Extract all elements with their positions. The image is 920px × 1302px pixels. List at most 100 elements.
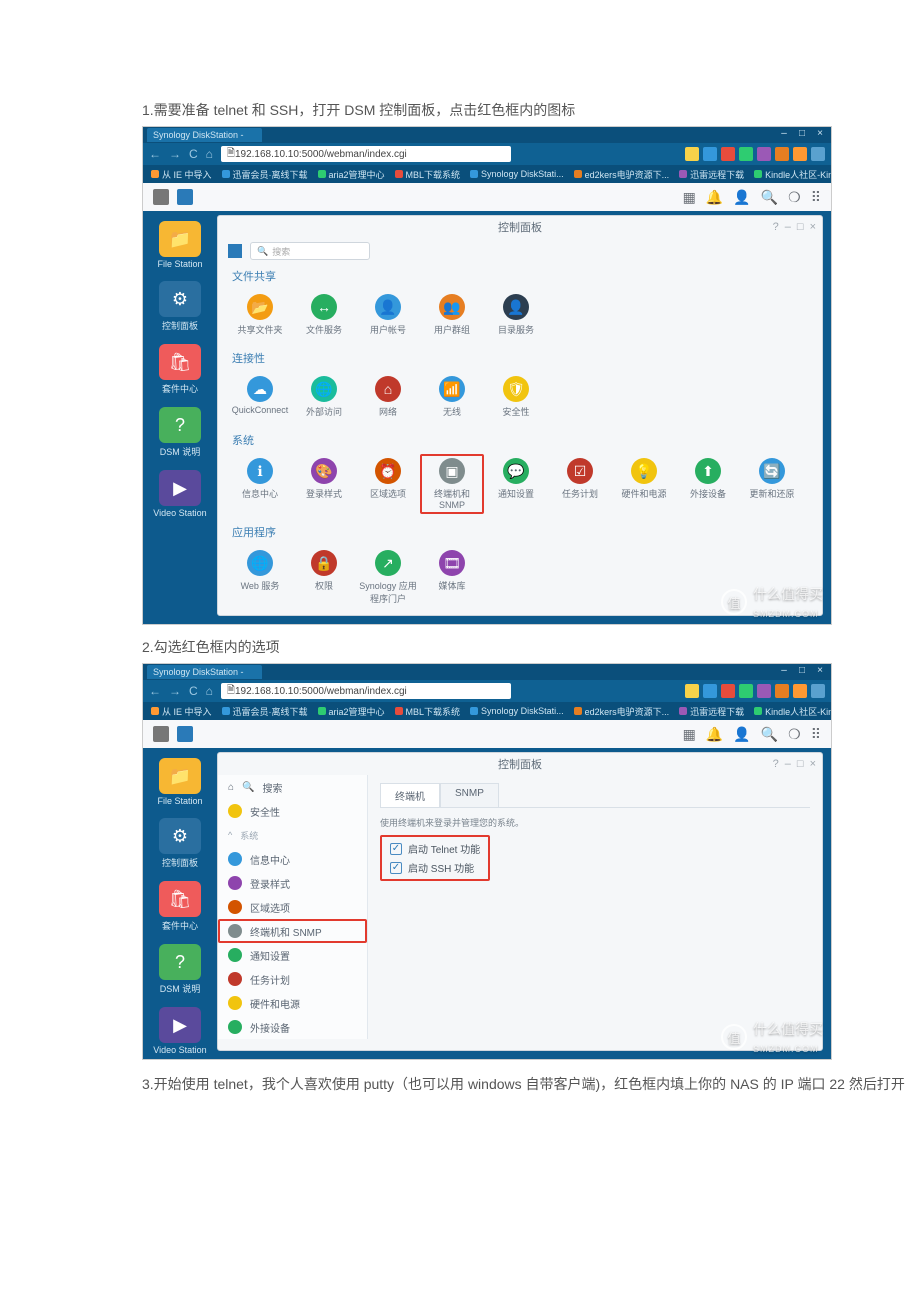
cp-info-center[interactable]: ℹ信息中心 (228, 454, 292, 514)
menu-icon[interactable] (153, 726, 169, 742)
ext-icon[interactable] (739, 684, 753, 698)
search-icon[interactable]: 🔍 (761, 189, 778, 206)
cp-security[interactable]: 🛡安全性 (484, 372, 548, 422)
close-icon[interactable]: × (813, 128, 827, 140)
cp-side-info[interactable]: 信息中心 (218, 847, 367, 871)
cp-side-hardware[interactable]: 硬件和电源 (218, 991, 367, 1015)
sidebar-item-help[interactable]: ?DSM 说明 (150, 940, 210, 999)
minimize-icon[interactable]: – (777, 128, 791, 140)
ext-icon[interactable] (775, 684, 789, 698)
help-icon[interactable]: ❍ (788, 726, 801, 743)
home-icon[interactable]: ⌂ (206, 684, 215, 698)
nav-forward-icon[interactable]: → (169, 147, 183, 161)
ext-icon[interactable] (811, 684, 825, 698)
cp-max-icon[interactable]: □ (797, 758, 804, 770)
bookmark[interactable]: MBL下载系统 (395, 168, 461, 181)
ext-icon[interactable] (793, 147, 807, 161)
ext-icon[interactable] (685, 147, 699, 161)
nav-back-icon[interactable]: ← (149, 147, 163, 161)
bookmark[interactable]: Kindle人社区-Kindl... (754, 705, 831, 718)
ext-icon[interactable] (703, 684, 717, 698)
bookmark[interactable]: 从 IE 中导入 (151, 168, 212, 181)
ext-icon[interactable] (721, 147, 735, 161)
ext-icon[interactable] (757, 684, 771, 698)
minimize-icon[interactable]: – (777, 665, 791, 677)
enable-ssh-checkbox[interactable]: ✓启动 SSH 功能 (384, 858, 486, 877)
sidebar-item-packagecenter[interactable]: 🛍套件中心 (150, 877, 210, 936)
cp-file-services[interactable]: ↔文件服务 (292, 290, 356, 340)
sidebar-item-videostation[interactable]: ▶Video Station (150, 466, 210, 522)
cp-app-portal[interactable]: ↗Synology 应用程序门户 (356, 546, 420, 609)
cp-max-icon[interactable]: □ (797, 221, 804, 233)
cp-search-input[interactable]: 🔍 搜索 (250, 242, 370, 260)
cp-media-library[interactable]: 🎞媒体库 (420, 546, 484, 609)
url-field[interactable]: 🗎192.168.10.10:5000/webman/index.cgi (221, 146, 511, 162)
bookmark[interactable]: ed2kers电驴资源下... (574, 168, 670, 181)
ext-icon[interactable] (775, 147, 789, 161)
search-icon[interactable]: 🔍 (761, 726, 778, 743)
bookmark[interactable]: Kindle人社区-Kindl... (754, 168, 831, 181)
reload-icon[interactable]: C (189, 147, 200, 161)
sidebar-item-filestation[interactable]: 📁File Station (150, 754, 210, 810)
cp-side-notify[interactable]: 通知设置 (218, 943, 367, 967)
cp-terminal-snmp[interactable]: ▣终端机和 SNMP (420, 454, 484, 514)
cp-side-external[interactable]: 外接设备 (218, 1015, 367, 1039)
cp-update-restore[interactable]: 🔄更新和还原 (740, 454, 804, 514)
cp-side-region[interactable]: 区域选项 (218, 895, 367, 919)
panel-icon[interactable] (177, 726, 193, 742)
close-icon[interactable]: × (813, 665, 827, 677)
enable-telnet-checkbox[interactable]: ✓启动 Telnet 功能 (384, 839, 486, 858)
cp-side-security[interactable]: 安全性 (218, 799, 367, 823)
cp-min-icon[interactable]: – (785, 221, 791, 233)
ext-icon[interactable] (757, 147, 771, 161)
cp-region[interactable]: ⏰区域选项 (356, 454, 420, 514)
cp-shared-folder[interactable]: 📂共享文件夹 (228, 290, 292, 340)
pilot-icon[interactable]: ⠿ (811, 726, 821, 743)
ext-icon[interactable] (793, 684, 807, 698)
pilot-icon[interactable]: ⠿ (811, 189, 821, 206)
cp-side-task[interactable]: 任务计划 (218, 967, 367, 991)
cp-home-icon[interactable] (228, 244, 242, 258)
menu-icon[interactable] (153, 189, 169, 205)
cp-external-access[interactable]: 🌐外部访问 (292, 372, 356, 422)
widget-icon[interactable]: ▦ (683, 726, 696, 743)
cp-side-terminal-snmp[interactable]: 终端机和 SNMP (218, 919, 367, 943)
bookmark[interactable]: 从 IE 中导入 (151, 705, 212, 718)
cp-notification[interactable]: 💬通知设置 (484, 454, 548, 514)
bookmark[interactable]: MBL下载系统 (395, 705, 461, 718)
bookmark[interactable]: aria2管理中心 (318, 168, 385, 181)
sidebar-item-controlpanel[interactable]: ⚙控制面板 (150, 277, 210, 336)
cp-web-services[interactable]: 🌐Web 服务 (228, 546, 292, 609)
url-field[interactable]: 🗎192.168.10.10:5000/webman/index.cgi (221, 683, 511, 699)
browser-tab[interactable]: Synology DiskStation - (147, 665, 262, 679)
ext-icon[interactable] (703, 147, 717, 161)
cp-external-devices[interactable]: ⬆外接设备 (676, 454, 740, 514)
bookmark[interactable]: 迅雷会员·离线下载 (222, 705, 308, 718)
cp-close-icon[interactable]: × (810, 758, 816, 770)
cp-user[interactable]: 👤用户帐号 (356, 290, 420, 340)
home-icon[interactable]: ⌂ (206, 147, 215, 161)
user-icon[interactable]: 👤 (733, 189, 750, 206)
bookmark[interactable]: aria2管理中心 (318, 705, 385, 718)
cp-directory[interactable]: 👤目录服务 (484, 290, 548, 340)
cp-network[interactable]: ⌂网络 (356, 372, 420, 422)
bookmark[interactable]: Synology DiskStati... (470, 706, 564, 716)
bookmark[interactable]: 迅雷远程下载 (679, 705, 744, 718)
bookmark[interactable]: 迅雷会员·离线下载 (222, 168, 308, 181)
notify-icon[interactable]: 🔔 (706, 189, 723, 206)
sidebar-item-controlpanel[interactable]: ⚙控制面板 (150, 814, 210, 873)
help-icon[interactable]: ❍ (788, 189, 801, 206)
ext-icon[interactable] (721, 684, 735, 698)
ext-icon[interactable] (685, 684, 699, 698)
cp-login-style[interactable]: 🎨登录样式 (292, 454, 356, 514)
cp-task-scheduler[interactable]: ☑任务计划 (548, 454, 612, 514)
cp-group[interactable]: 👥用户群组 (420, 290, 484, 340)
sidebar-item-packagecenter[interactable]: 🛍套件中心 (150, 340, 210, 399)
cp-side-home[interactable]: ⌂🔍搜索 (218, 775, 367, 799)
browser-tab[interactable]: Synology DiskStation - (147, 128, 262, 142)
widget-icon[interactable]: ▦ (683, 189, 696, 206)
tab-terminal[interactable]: 终端机 (380, 783, 440, 807)
reload-icon[interactable]: C (189, 684, 200, 698)
cp-quickconnect[interactable]: ☁QuickConnect (228, 372, 292, 422)
bookmark[interactable]: ed2kers电驴资源下... (574, 705, 670, 718)
